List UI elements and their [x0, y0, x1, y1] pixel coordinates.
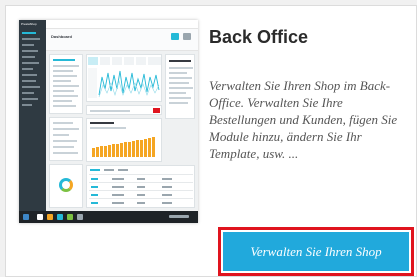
- thumbnail-logo: PrestaShop: [21, 22, 37, 26]
- thumbnail-page-heading: Dashboard: [51, 34, 72, 39]
- thumbnail-bar-chart: [90, 133, 160, 157]
- thumbnail-bar-chart-panel: [86, 118, 162, 162]
- thumbnail-nav-item: [22, 62, 39, 64]
- thumbnail-nav-item: [22, 32, 36, 34]
- thumbnail-nav-item: [22, 98, 38, 100]
- thumbnail-line-chart-panel: [86, 54, 162, 102]
- back-office-card: PrestaShop Dashboard Back Office Verwalt…: [5, 5, 417, 277]
- thumbnail-news-banner: [86, 105, 162, 115]
- thumbnail-donut-panel: [49, 164, 83, 208]
- thumbnail-taskbar: [19, 211, 198, 223]
- thumbnail-header-button: [183, 33, 191, 40]
- thumbnail-nav-item: [22, 44, 34, 46]
- thumbnail-nav-item: [22, 80, 36, 82]
- card-description: Verwalten Sie Ihren Shop im Back-Office.…: [209, 78, 398, 161]
- thumbnail-nav-item: [22, 104, 32, 106]
- thumbnail-nav-item: [22, 50, 38, 52]
- thumbnail-page-header: Dashboard: [46, 29, 198, 51]
- thumbnail-right-panel: [165, 54, 195, 119]
- thumbnail-nav-item: [22, 56, 35, 58]
- thumbnail-header-button: [171, 33, 179, 40]
- thumbnail-topbar: [46, 20, 198, 29]
- thumbnail-nav-item: [22, 68, 33, 70]
- thumbnail-line-chart: [88, 57, 161, 98]
- thumbnail-donut-chart: [59, 178, 73, 192]
- thumbnail-nav-item: [22, 74, 37, 76]
- thumbnail-nav-item: [22, 86, 40, 88]
- card-title: Back Office: [209, 27, 309, 47]
- back-office-screenshot-thumbnail: PrestaShop Dashboard: [19, 20, 198, 223]
- thumbnail-sidebar: PrestaShop: [19, 20, 46, 223]
- manage-shop-button[interactable]: Verwalten Sie Ihren Shop: [223, 232, 409, 271]
- button-highlight-outline: Verwalten Sie Ihren Shop: [218, 227, 414, 276]
- thumbnail-orders-table: [86, 165, 195, 208]
- thumbnail-stats-panel: [49, 117, 83, 161]
- thumbnail-activity-panel: [49, 54, 83, 114]
- thumbnail-nav-item: [22, 92, 34, 94]
- thumbnail-content: [46, 51, 198, 211]
- thumbnail-nav-item: [22, 38, 40, 40]
